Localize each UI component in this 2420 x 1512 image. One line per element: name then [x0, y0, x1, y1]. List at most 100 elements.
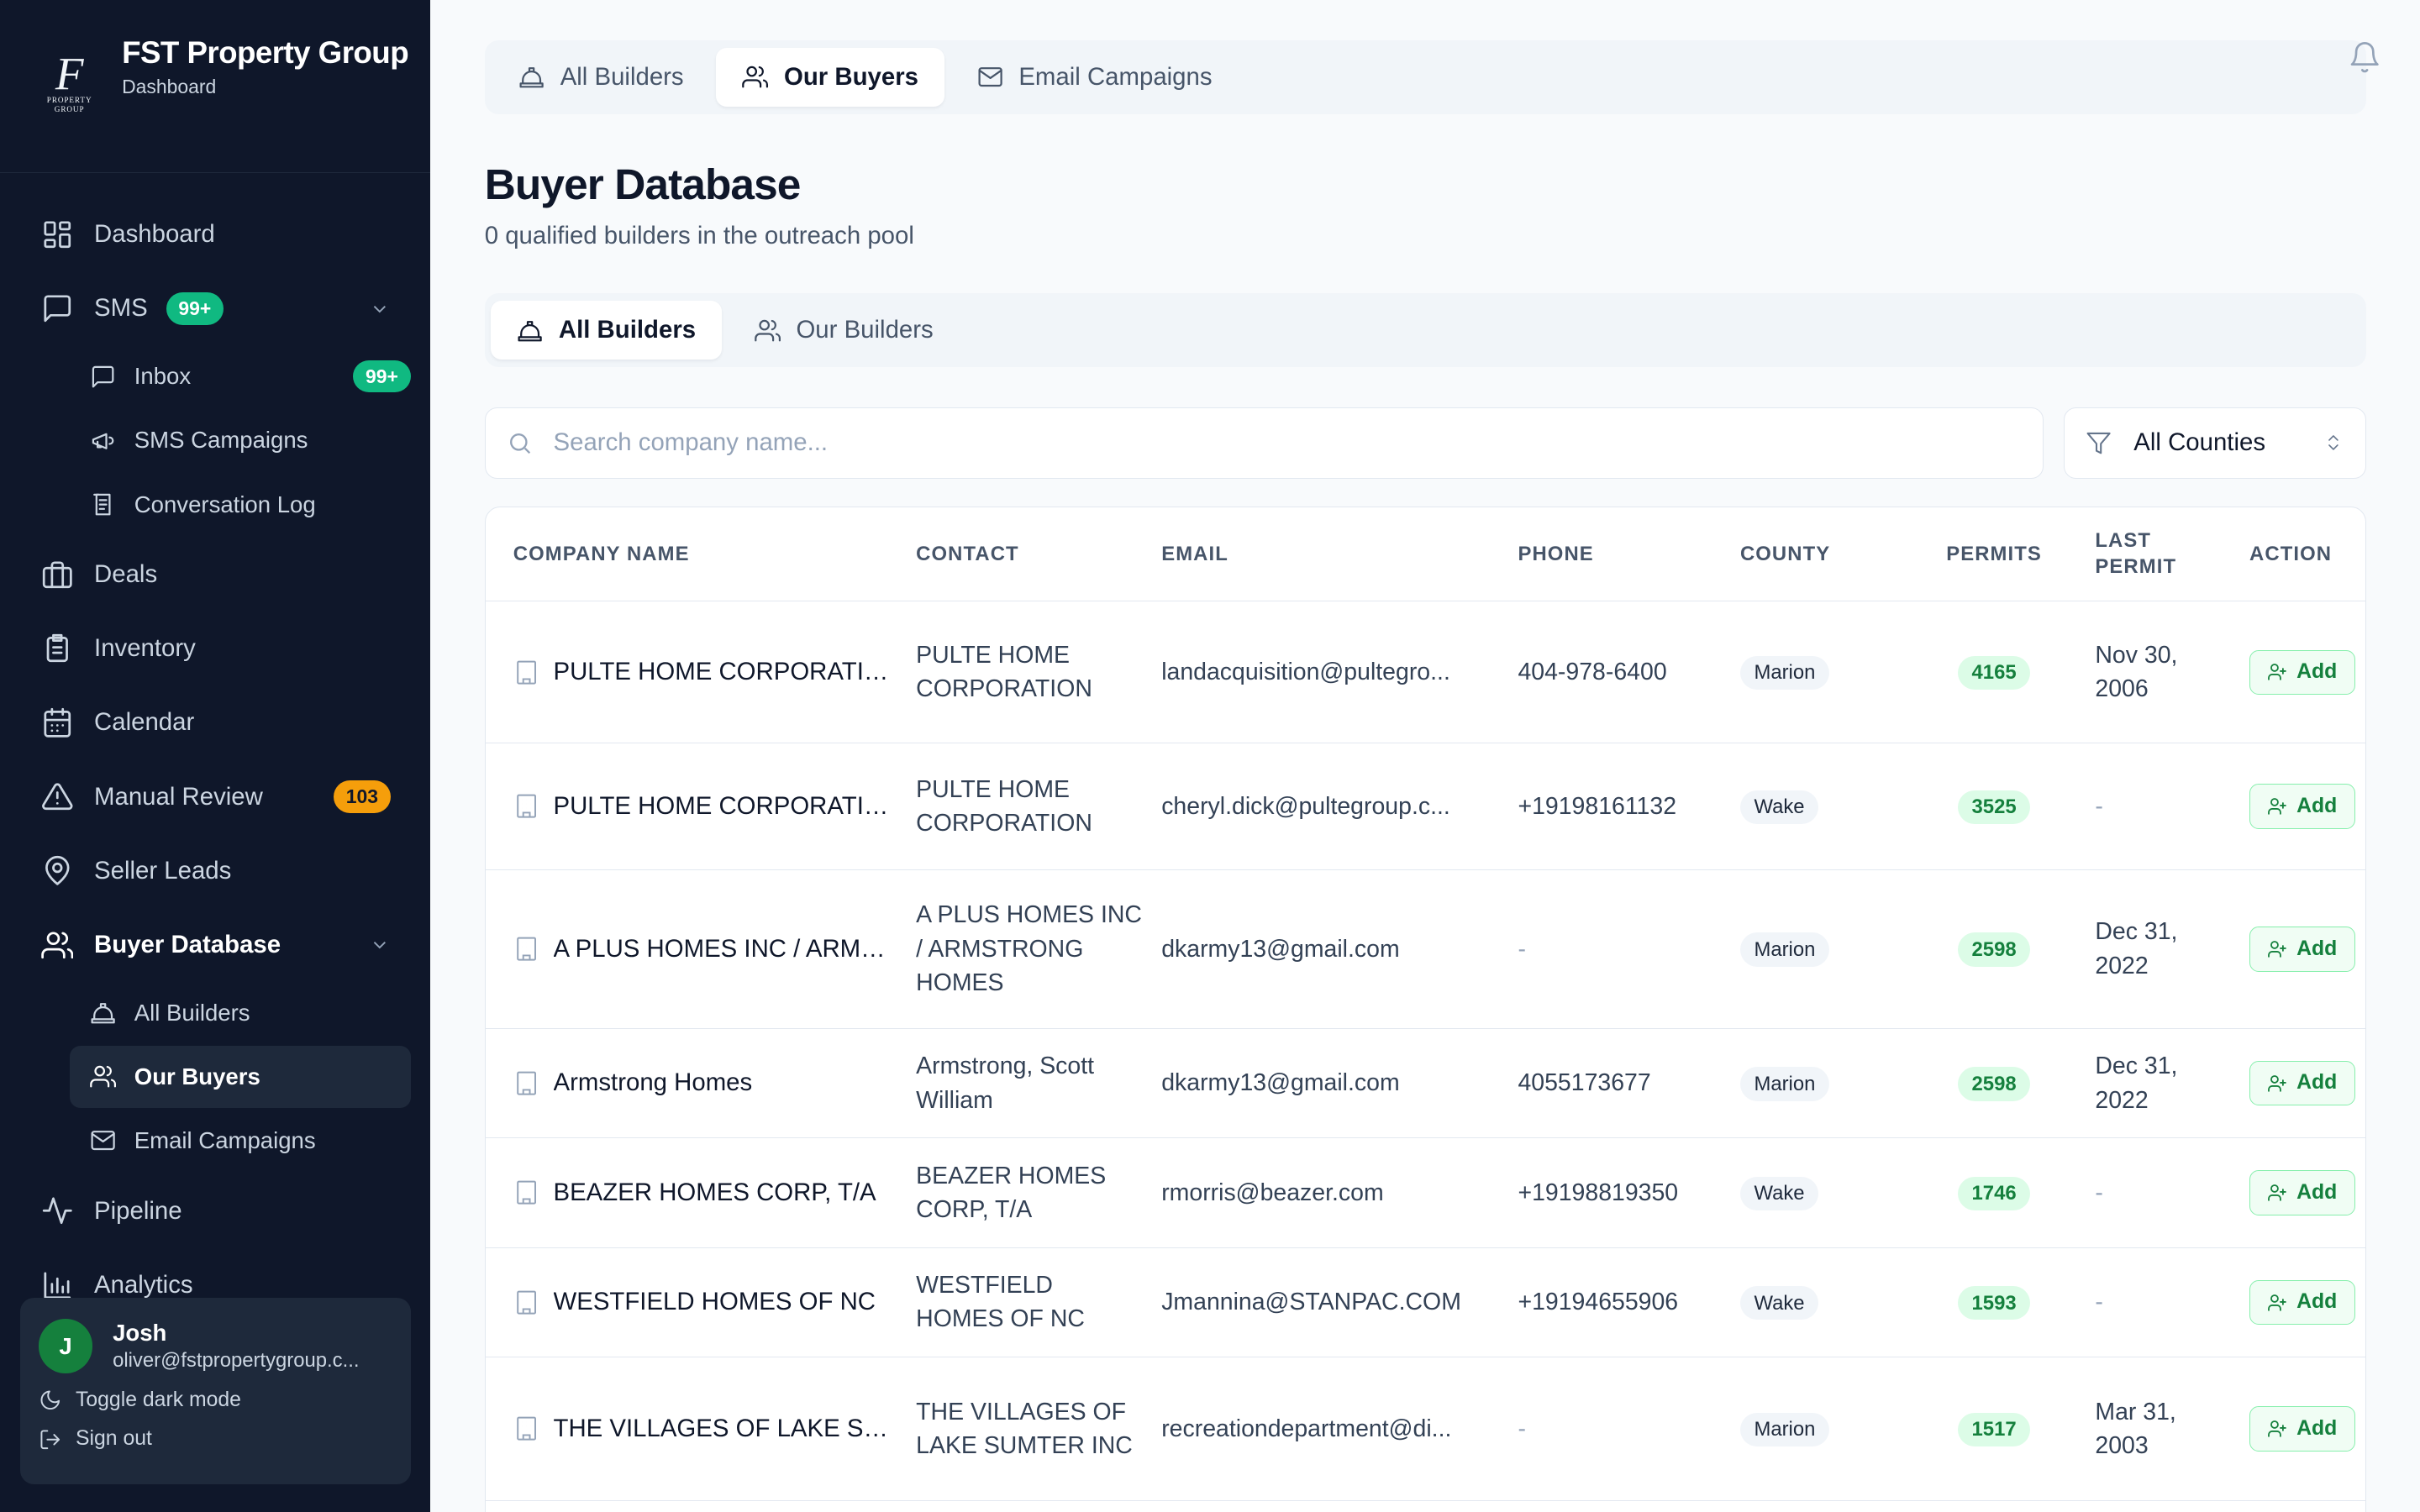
- add-buyer-button[interactable]: Add: [2249, 784, 2355, 829]
- phone-value[interactable]: +19198161132: [1518, 793, 1676, 820]
- contact-name: PULTE HOME CORPORATION: [916, 641, 1092, 703]
- email-value[interactable]: landacquisition@pultegro...: [1161, 655, 1464, 689]
- add-button-label: Add: [2296, 1290, 2338, 1314]
- phone-cell: +19194655906: [1518, 1247, 1740, 1358]
- hard-hat-icon: [518, 320, 543, 342]
- add-buyer-button[interactable]: Add: [2249, 927, 2355, 972]
- county-filter-select[interactable]: All Counties: [2063, 407, 2366, 479]
- permits-badge: 2598: [1958, 932, 2031, 967]
- sidebar-item-pipeline[interactable]: Pipeline: [0, 1174, 430, 1248]
- tab-inner-all-builders[interactable]: All Builders: [491, 301, 723, 360]
- last-permit-cell: -: [2095, 1247, 2250, 1358]
- email-value[interactable]: rmorris@beazer.com: [1161, 1176, 1464, 1210]
- phone-cell: 404-978-6400: [1518, 601, 1740, 744]
- phone-value[interactable]: 4055173677: [1518, 1069, 1650, 1096]
- header-phone[interactable]: PHONE: [1518, 507, 1740, 602]
- building-icon: [516, 1290, 536, 1315]
- company-name[interactable]: PULTE HOME CORPORATION: [554, 655, 890, 689]
- company-cell: WESTFIELD HOMES OF NC: [485, 1247, 917, 1358]
- phone-value[interactable]: +19194655906: [1518, 1289, 1678, 1315]
- header-permits[interactable]: PERMITS: [1914, 507, 2096, 602]
- bar-chart-icon: [40, 1268, 74, 1302]
- table-row[interactable]: PULTE HOME CORPORATION PULTE HOME CORPOR…: [485, 743, 2365, 870]
- buyer-database-submenu: All Builders Our Buyers Email Campaigns: [0, 982, 430, 1172]
- email-value[interactable]: recreationdepartment@di...: [1161, 1412, 1464, 1446]
- table-row[interactable]: BEAZER HOMES CORP, T/A BEAZER HOMES CORP…: [485, 1137, 2365, 1248]
- email-value[interactable]: Jmannina@STANPAC.COM: [1161, 1285, 1464, 1319]
- sidebar-item-manual-review[interactable]: Manual Review 103: [0, 759, 430, 833]
- sidebar-item-label: SMS: [94, 294, 148, 323]
- company-name[interactable]: PULTE HOME CORPORATION: [554, 790, 890, 823]
- sidebar-item-sms[interactable]: SMS 99+: [0, 271, 430, 345]
- chevron-down-icon[interactable]: [369, 297, 391, 319]
- company-cell: BEAZER HOMES CORP, T/A: [485, 1137, 917, 1248]
- table-row[interactable]: WESTFIELD HOMES OF NC WESTFIELD HOMES OF…: [485, 1247, 2365, 1358]
- add-buyer-button[interactable]: Add: [2249, 1061, 2355, 1106]
- header-county[interactable]: COUNTY: [1739, 507, 1915, 602]
- header-company[interactable]: COMPANY NAME: [485, 507, 917, 602]
- phone-value[interactable]: -: [1518, 936, 1525, 963]
- contact-name: A PLUS HOMES INC / ARMSTRONG HOMES: [916, 901, 1142, 997]
- company-name[interactable]: WESTFIELD HOMES OF NC: [554, 1285, 876, 1319]
- add-buyer-button[interactable]: Add: [2249, 1279, 2355, 1326]
- main-content: All Builders Our Buyers Email Campaigns …: [430, 0, 2420, 1512]
- tab-email-campaigns[interactable]: Email Campaigns: [951, 48, 1239, 107]
- user-name: Josh: [113, 1319, 167, 1346]
- header-email[interactable]: EMAIL: [1161, 507, 1518, 602]
- header-contact[interactable]: CONTACT: [916, 507, 1162, 602]
- sidebar-item-seller-leads[interactable]: Seller Leads: [0, 834, 430, 908]
- email-value[interactable]: dkarmy13@gmail.com: [1161, 932, 1464, 966]
- table-row[interactable]: THE VILLAGES OF LAKE SU... THE VILLAGES …: [485, 1357, 2365, 1501]
- chevron-down-icon[interactable]: [369, 934, 391, 956]
- sidebar-item-calendar[interactable]: Calendar: [0, 685, 430, 759]
- header-last-permit[interactable]: LAST PERMIT: [2095, 507, 2250, 602]
- sidebar-item-conversation-log[interactable]: Conversation Log: [70, 474, 411, 535]
- search-input[interactable]: [553, 428, 1936, 458]
- sign-out-button[interactable]: Sign out: [39, 1427, 392, 1451]
- tab-all-builders[interactable]: All Builders: [492, 48, 710, 107]
- table-row[interactable]: PULTE HOME CORPORATION PULTE HOME CORPOR…: [485, 601, 2365, 744]
- brand-name: FST Property Group: [122, 35, 409, 71]
- sidebar-item-buyer-database[interactable]: Buyer Database: [0, 908, 430, 982]
- toggle-dark-mode-label: Toggle dark mode: [75, 1389, 241, 1412]
- sidebar-item-label: Inventory: [94, 634, 196, 663]
- sidebar-item-inventory[interactable]: Inventory: [0, 612, 430, 685]
- table-row[interactable]: A PLUS HOMES INC / ARMS... A PLUS HOMES …: [485, 869, 2365, 1029]
- company-name[interactable]: BEAZER HOMES CORP, T/A: [554, 1176, 876, 1210]
- tab-inner-our-builders[interactable]: Our Builders: [729, 301, 960, 360]
- sms-submenu: Inbox 99+ SMS Campaigns Conversation Log: [0, 345, 430, 535]
- toggle-dark-mode-button[interactable]: Toggle dark mode: [39, 1389, 392, 1412]
- phone-value[interactable]: 404-978-6400: [1518, 659, 1666, 685]
- avatar[interactable]: J: [38, 1319, 93, 1373]
- last-permit-cell: Nov 30, 2006: [2095, 601, 2250, 744]
- sidebar-item-email-campaigns[interactable]: Email Campaigns: [70, 1110, 411, 1171]
- sidebar-item-deals[interactable]: Deals: [0, 538, 430, 612]
- permits-badge: 1593: [1958, 1286, 2031, 1320]
- sidebar-item-sms-campaigns[interactable]: SMS Campaigns: [70, 410, 411, 471]
- table-row[interactable]: Armstrong Homes Armstrong, Scott William…: [485, 1028, 2365, 1139]
- add-buyer-button[interactable]: Add: [2249, 649, 2355, 695]
- email-value[interactable]: dkarmy13@gmail.com: [1161, 1066, 1464, 1100]
- hard-hat-icon: [90, 999, 118, 1026]
- permits-cell: 2598: [1914, 1028, 2096, 1139]
- company-name[interactable]: Armstrong Homes: [554, 1066, 753, 1100]
- sidebar-item-all-builders[interactable]: All Builders: [70, 982, 411, 1043]
- logo-caption: PROPERTY GROUP: [46, 95, 92, 113]
- sidebar-item-inbox[interactable]: Inbox 99+: [70, 345, 411, 407]
- user-email: oliver@fstpropertygroup.c...: [113, 1349, 360, 1373]
- permits-badge: 3525: [1958, 790, 2031, 824]
- company-cell: A PLUS HOMES INC / ARMS...: [485, 869, 917, 1029]
- tab-our-buyers[interactable]: Our Buyers: [716, 47, 945, 107]
- email-value[interactable]: cheryl.dick@pultegroup.c...: [1161, 790, 1464, 823]
- company-name[interactable]: THE VILLAGES OF LAKE SU...: [554, 1412, 890, 1446]
- phone-value[interactable]: +19198819350: [1518, 1179, 1678, 1206]
- add-buyer-button[interactable]: Add: [2249, 1170, 2355, 1215]
- company-name[interactable]: A PLUS HOMES INC / ARMS...: [554, 932, 890, 966]
- phone-value[interactable]: -: [1518, 1415, 1525, 1442]
- sidebar-item-dashboard[interactable]: Dashboard: [0, 197, 430, 271]
- add-buyer-button[interactable]: Add: [2249, 1406, 2355, 1452]
- contact-cell: A PLUS HOMES INC / ARMSTRONG HOMES: [916, 869, 1162, 1029]
- notifications-bell-icon[interactable]: [2348, 40, 2381, 74]
- sidebar-item-our-buyers[interactable]: Our Buyers: [69, 1046, 411, 1108]
- activity-icon: [40, 1194, 74, 1227]
